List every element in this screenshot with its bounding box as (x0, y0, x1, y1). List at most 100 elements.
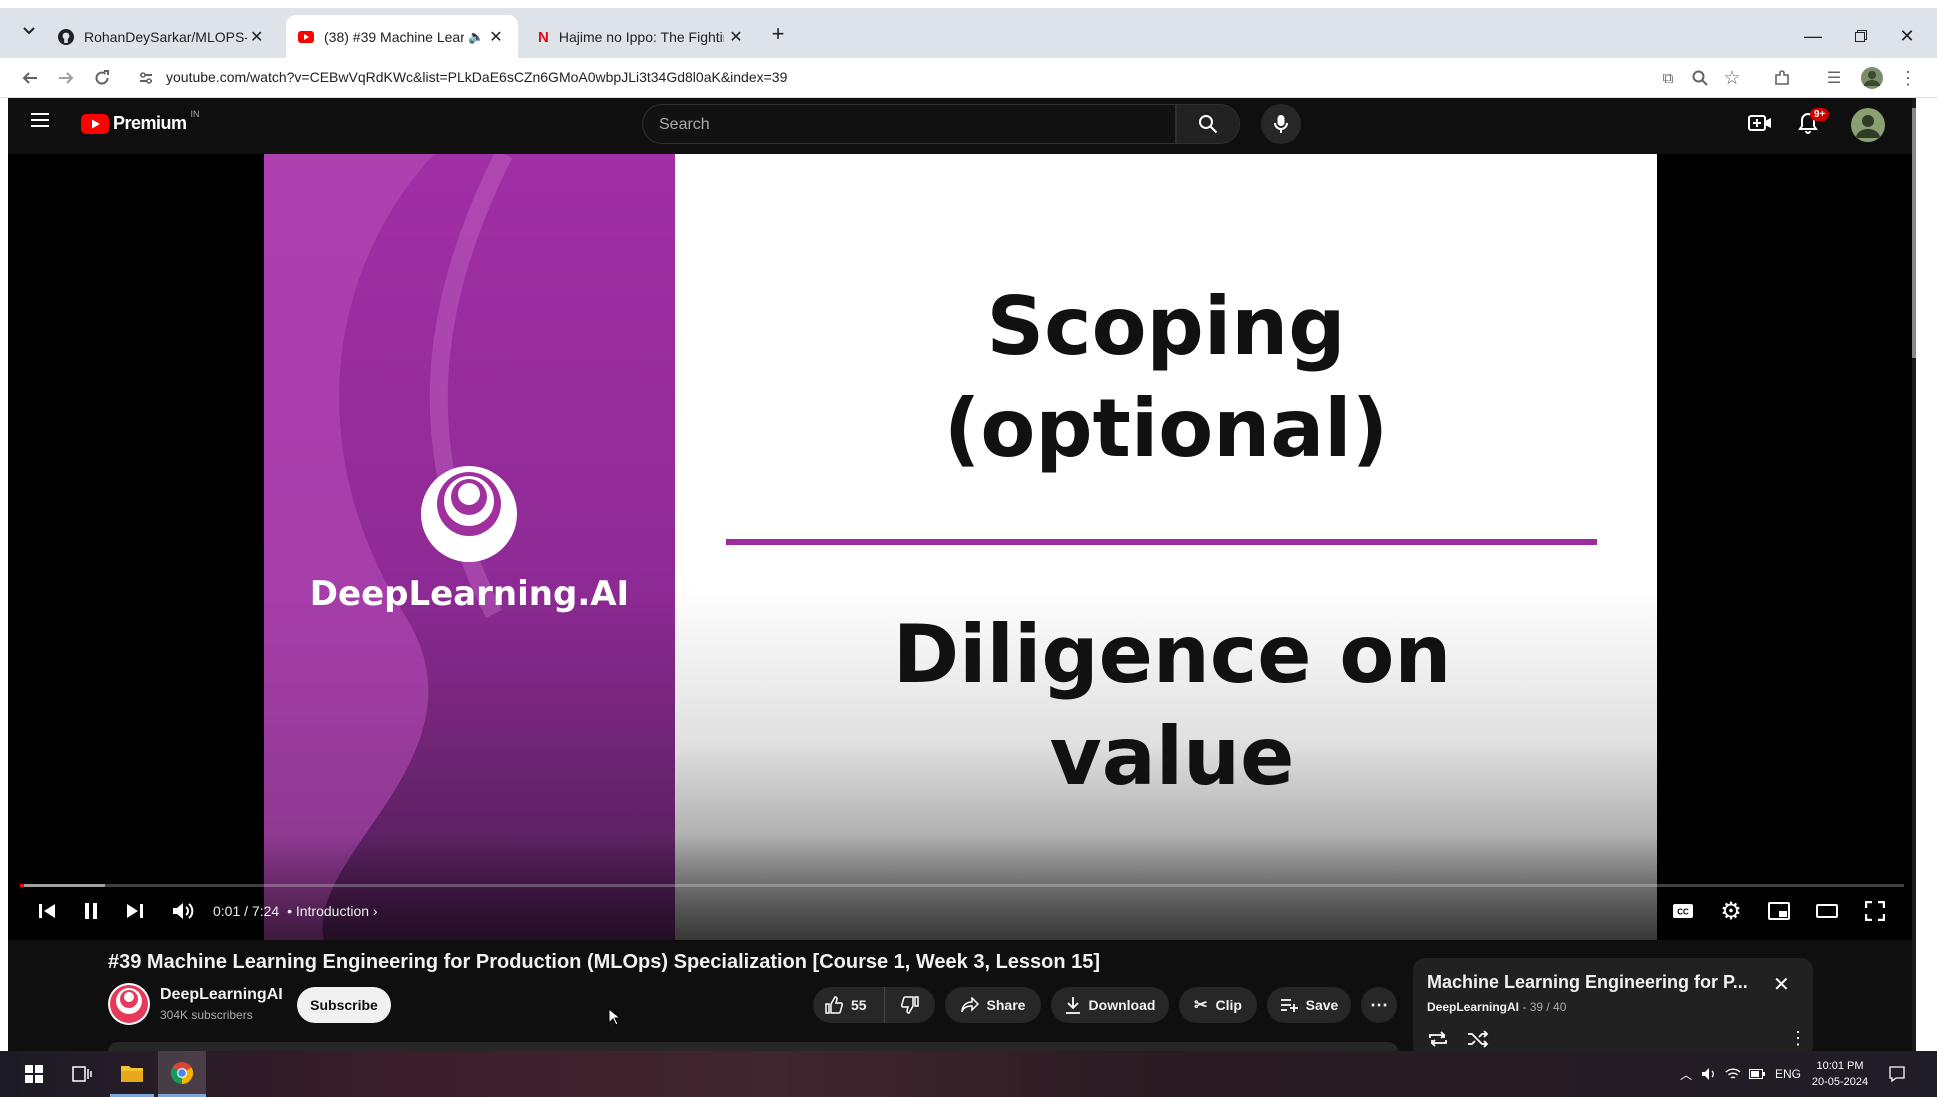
page-scrollbar[interactable] (1912, 98, 1916, 1051)
profile-avatar[interactable] (1858, 64, 1886, 92)
new-tab-button[interactable]: + (764, 20, 792, 48)
fullscreen-button[interactable] (1860, 896, 1890, 926)
more-actions-button[interactable]: ⋯ (1361, 987, 1397, 1023)
subscribe-button[interactable]: Subscribe (297, 987, 391, 1023)
loop-icon[interactable] (1427, 1030, 1449, 1048)
browser-tab-github[interactable]: RohanDeySarkar/MLOPS-Notes ✕ (46, 15, 278, 59)
restore-button[interactable] (1838, 16, 1884, 56)
close-window-button[interactable]: ✕ (1884, 16, 1930, 56)
download-label: Download (1088, 997, 1156, 1013)
pause-button[interactable] (76, 896, 106, 926)
next-button[interactable] (120, 896, 150, 926)
video-player[interactable]: DeepLearning.AI Scoping (optional) Dilig… (8, 154, 1916, 940)
clock-date: 20-05-2024 (1811, 1076, 1869, 1088)
previous-button[interactable] (32, 896, 62, 926)
logo-text: Premium (113, 113, 187, 133)
clock[interactable]: 10:01 PM 20-05-2024 (1808, 1051, 1872, 1097)
chapter-button[interactable]: • Introduction › (287, 903, 378, 919)
playlist-title[interactable]: Machine Learning Engineering for P... (1427, 972, 1748, 993)
address-bar[interactable]: youtube.com/watch?v=CEBwVqRdKWc&list=PLk… (130, 61, 1678, 95)
install-app-icon[interactable]: ⧉ (1654, 64, 1682, 92)
close-tab-icon[interactable]: ✕ (247, 27, 266, 47)
bookmark-star-icon[interactable]: ☆ (1718, 64, 1746, 92)
extensions-icon[interactable] (1768, 64, 1796, 92)
tab-title: (38) #39 Machine Learning (324, 29, 464, 45)
search-input[interactable]: Search (642, 104, 1176, 144)
zoom-icon[interactable] (1686, 64, 1714, 92)
share-button[interactable]: Share (945, 987, 1041, 1023)
search-placeholder: Search (659, 116, 710, 133)
browser-tab-youtube[interactable]: (38) #39 Machine Learning 🔈 ✕ (286, 15, 518, 59)
download-button[interactable]: Download (1051, 987, 1169, 1023)
file-explorer-icon[interactable] (110, 1051, 154, 1097)
dislike-button[interactable] (885, 987, 935, 1023)
time-display: 0:01 / 7:24 • Introduction › (213, 903, 378, 919)
thumbs-up-icon (825, 996, 843, 1014)
slide-heading-line-1: Scoping (986, 280, 1346, 373)
wifi-icon[interactable] (1722, 1051, 1744, 1097)
settings-gear-icon[interactable]: ⚙ (1716, 896, 1746, 926)
create-video-button[interactable] (1748, 113, 1772, 133)
playlist-position: - 39 / 40 (1522, 1000, 1567, 1014)
youtube-logo[interactable]: Premium IN (81, 109, 200, 134)
tab-search-button[interactable] (18, 20, 40, 42)
input-language[interactable]: ENG (1772, 1051, 1804, 1097)
playlist-close-icon[interactable]: ✕ (1773, 972, 1790, 997)
youtube-icon (298, 31, 314, 43)
notification-count: 9+ (1814, 109, 1826, 120)
playlist-menu-icon[interactable]: ⋮ (1789, 1028, 1807, 1049)
subtitles-button[interactable]: CC (1668, 896, 1698, 926)
slide-content-panel: Scoping (optional) Diligence on value (675, 154, 1657, 940)
slide-brand-panel: DeepLearning.AI (264, 154, 675, 940)
chrome-taskbar-icon[interactable] (158, 1051, 206, 1097)
guide-menu-icon[interactable] (30, 112, 50, 128)
scrollbar-thumb[interactable] (1912, 108, 1916, 358)
close-tab-icon[interactable]: ✕ (486, 27, 506, 47)
progress-bar[interactable] (20, 884, 1904, 887)
save-button[interactable]: Save (1267, 987, 1351, 1023)
tab-audio-icon[interactable]: 🔈 (468, 29, 484, 45)
search-button[interactable] (1176, 104, 1240, 144)
save-label: Save (1305, 997, 1339, 1013)
close-tab-icon[interactable]: ✕ (726, 27, 746, 47)
show-hidden-icons-icon[interactable]: ︿ (1676, 1051, 1696, 1097)
clip-label: Clip (1215, 997, 1242, 1013)
playlist-meta: DeepLearningAI - 39 / 40 (1427, 1000, 1566, 1014)
browser-tab-strip: RohanDeySarkar/MLOPS-Notes ✕ (38) #39 Ma… (0, 0, 1937, 59)
scissors-icon: ✂ (1194, 997, 1208, 1014)
battery-icon[interactable] (1746, 1051, 1768, 1097)
chrome-menu-icon[interactable]: ⋮ (1894, 64, 1922, 92)
shuffle-icon[interactable] (1467, 1030, 1489, 1048)
back-button[interactable] (16, 64, 44, 92)
notification-count-badge: 9+ (1810, 108, 1830, 121)
tab-title: RohanDeySarkar/MLOPS-Notes (84, 29, 247, 45)
playlist-channel[interactable]: DeepLearningAI (1427, 1000, 1519, 1014)
github-icon (58, 29, 74, 45)
account-avatar[interactable] (1851, 108, 1885, 142)
minimize-button[interactable]: — (1790, 16, 1836, 56)
volume-button[interactable] (168, 896, 198, 926)
clip-button[interactable]: ✂ Clip (1179, 987, 1257, 1023)
browser-tab-netflix[interactable]: N Hajime no Ippo: The Fighting! ✕ (526, 15, 758, 59)
site-info-icon[interactable] (138, 70, 154, 86)
forward-button[interactable] (52, 64, 80, 92)
channel-name[interactable]: DeepLearningAI (160, 986, 283, 1004)
notification-center-icon[interactable] (1882, 1051, 1912, 1097)
like-button[interactable]: 55 (813, 987, 885, 1023)
clock-time: 10:01 PM (1816, 1060, 1864, 1072)
media-controls-icon[interactable]: ☰ (1820, 64, 1848, 92)
progress-buffered (20, 884, 105, 887)
start-button[interactable] (12, 1051, 56, 1097)
slide-heading-line-2: (optional) (943, 382, 1389, 475)
mouse-cursor-icon (608, 1008, 620, 1026)
task-view-icon[interactable] (60, 1051, 104, 1097)
theater-mode-button[interactable] (1812, 896, 1842, 926)
youtube-page: Premium IN Search 9+ DeepLearning.AI Sco… (8, 98, 1916, 1051)
like-dislike-group: 55 (813, 987, 935, 1023)
reload-button[interactable] (88, 64, 116, 92)
channel-avatar[interactable] (108, 983, 150, 1025)
miniplayer-button[interactable] (1764, 896, 1794, 926)
volume-tray-icon[interactable] (1698, 1051, 1720, 1097)
description-box[interactable] (108, 1042, 1398, 1051)
voice-search-button[interactable] (1261, 104, 1301, 144)
